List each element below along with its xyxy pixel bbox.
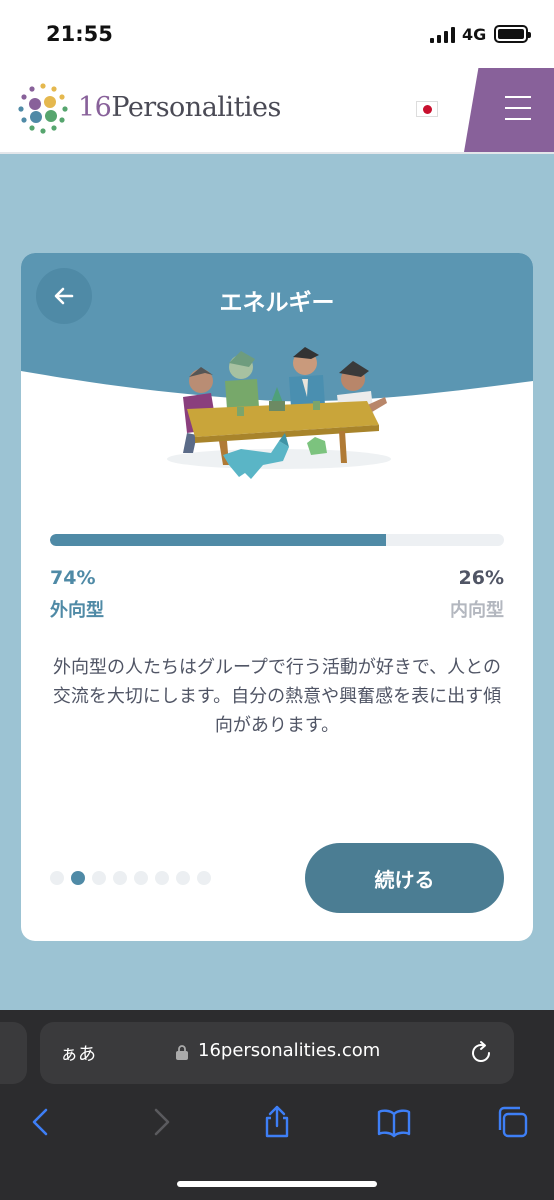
pagination-dot[interactable] bbox=[176, 871, 190, 885]
pagination-dot[interactable] bbox=[134, 871, 148, 885]
pagination-dot[interactable] bbox=[92, 871, 106, 885]
card-title: エネルギー bbox=[219, 290, 335, 316]
pagination-dot[interactable] bbox=[155, 871, 169, 885]
trait-progress-bar bbox=[50, 534, 504, 546]
browser-bottom-bar: ぁあ 16personalities.com bbox=[0, 1010, 554, 1200]
pagination-dot[interactable] bbox=[71, 871, 85, 885]
trait-description: 外向型の人たちはグループで行う活動が好きで、人との交流を大切にします。自分の熱意… bbox=[52, 657, 502, 736]
logo-number: 16 bbox=[78, 92, 112, 123]
trait-card: エネルギー 74% 外向型 26% 内向型 外向型の人たちはグループで行う活動が… bbox=[21, 253, 533, 941]
cellular-signal-icon bbox=[430, 27, 456, 43]
site-header: 16Personalities bbox=[0, 68, 554, 154]
share-icon[interactable] bbox=[259, 1104, 295, 1140]
trait-progress-fill bbox=[50, 534, 386, 546]
previous-tab-handle[interactable] bbox=[0, 1022, 27, 1084]
status-bar: 21:55 4G bbox=[0, 0, 554, 68]
network-type: 4G bbox=[462, 25, 487, 44]
introvert-percent: 26% bbox=[458, 567, 504, 589]
tabs-icon[interactable] bbox=[494, 1104, 530, 1140]
status-time: 21:55 bbox=[46, 22, 113, 46]
bookmarks-icon[interactable] bbox=[376, 1104, 412, 1140]
home-indicator bbox=[177, 1181, 377, 1187]
address-bar[interactable]: ぁあ 16personalities.com bbox=[40, 1022, 514, 1084]
pagination-dots bbox=[50, 871, 211, 885]
url-text: 16personalities.com bbox=[198, 1040, 381, 1061]
pagination-dot[interactable] bbox=[113, 871, 127, 885]
extravert-label: 外向型 bbox=[50, 600, 104, 621]
site-logo[interactable]: 16Personalities bbox=[78, 92, 281, 123]
logo-dots-icon[interactable] bbox=[14, 80, 72, 138]
reload-icon[interactable] bbox=[468, 1040, 494, 1066]
people-around-table-illustration bbox=[167, 347, 391, 479]
pagination-dot[interactable] bbox=[197, 871, 211, 885]
hamburger-menu-icon bbox=[505, 96, 531, 129]
back-chevron-icon[interactable] bbox=[24, 1104, 60, 1140]
japan-flag-icon[interactable] bbox=[416, 101, 438, 117]
continue-button[interactable]: 続ける bbox=[305, 843, 504, 913]
forward-chevron-icon[interactable] bbox=[142, 1104, 178, 1140]
lock-icon bbox=[176, 1045, 188, 1060]
extravert-percent: 74% bbox=[50, 567, 96, 589]
battery-icon bbox=[494, 25, 531, 43]
logo-word: Personalities bbox=[111, 92, 281, 123]
introvert-label: 内向型 bbox=[450, 600, 504, 621]
menu-button[interactable] bbox=[464, 68, 554, 152]
pagination-dot[interactable] bbox=[50, 871, 64, 885]
text-size-button[interactable]: ぁあ bbox=[60, 1040, 96, 1066]
